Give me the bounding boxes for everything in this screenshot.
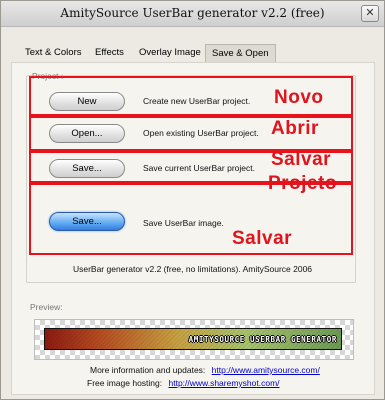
tab-save-open[interactable]: Save & Open (205, 44, 276, 62)
annotation-label-salvar-2: Salvar (232, 228, 293, 249)
annotation-label-salvar-1: Salvar (271, 149, 332, 170)
close-button[interactable]: ✕ (361, 5, 379, 22)
updates-label: More information and updates: (90, 365, 206, 375)
userbar-preview-image: AMITYSOURCE USERBAR GENERATOR (44, 328, 342, 350)
window-title: AmitySource UserBar generator v2.2 (free… (60, 6, 325, 20)
hosting-link[interactable]: http://www.sharemyshot.com/ (169, 378, 280, 388)
title-bar[interactable]: AmitySource UserBar generator v2.2 (free… (1, 1, 384, 27)
version-info: UserBar generator v2.2 (free, no limitat… (72, 264, 313, 274)
annotation-label-novo: Novo (274, 87, 324, 108)
tab-effects[interactable]: Effects (89, 44, 130, 62)
tab-text-colors[interactable]: Text & Colors (19, 44, 88, 62)
annotation-label-abrir: Abrir (271, 118, 319, 139)
app-window: AmitySource UserBar generator v2.2 (free… (0, 0, 385, 400)
updates-info: More information and updates: http://www… (90, 365, 320, 375)
hosting-label: Free image hosting: (87, 378, 163, 388)
updates-link[interactable]: http://www.amitysource.com/ (212, 365, 320, 375)
hosting-info: Free image hosting: http://www.sharemysh… (87, 378, 280, 388)
annotation-label-projeto: Projeto (268, 173, 337, 194)
tab-overlay-image[interactable]: Overlay Image (133, 44, 207, 62)
preview-label: Preview: (30, 302, 63, 312)
userbar-text: AMITYSOURCE USERBAR GENERATOR (188, 335, 337, 344)
